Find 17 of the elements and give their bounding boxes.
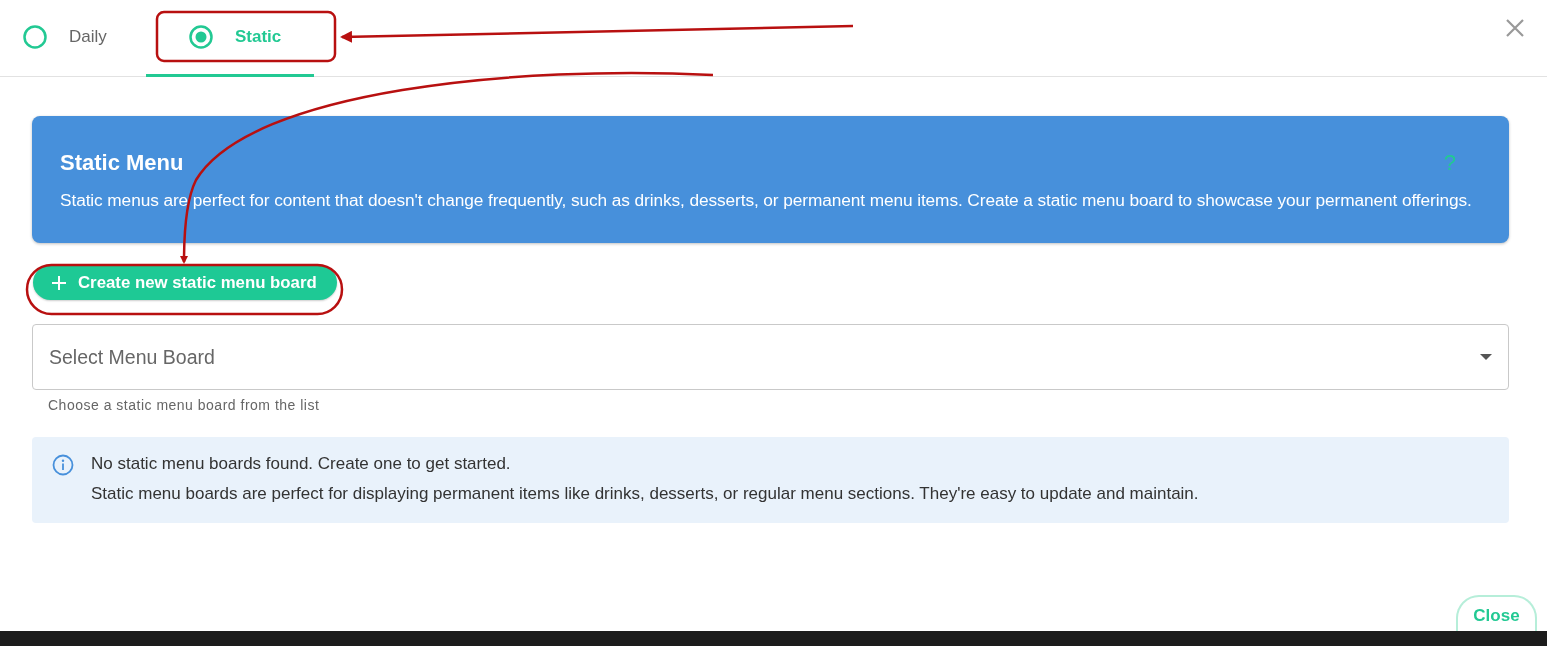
banner-title: Static Menu [60,150,184,176]
close-button[interactable]: Close [1456,595,1537,631]
info-icon [52,454,74,476]
help-button[interactable]: ? [1443,150,1456,176]
field-hint: Choose a static menu board from the list [48,397,321,413]
select-field[interactable]: Select Menu Board [32,324,1509,390]
tab[interactable]: Static [146,0,314,77]
radio-icon [22,24,48,50]
radio-icon [188,24,214,50]
dropdown-caret-icon [1480,354,1492,360]
tab[interactable]: Daily [0,0,146,77]
banner-description: Static menus are perfect for content that doesn't change frequently, such as drinks, desserts, or permanent menu items. Create a static menu board to showcase your permanent offerings. [60,190,1473,211]
close-icon[interactable] [1505,18,1525,38]
plus-icon [52,275,66,290]
create-button[interactable]: Create new static menu board [33,265,337,300]
info-text: Static menu boards are perfect for displaying permanent items like drinks, desserts, or regular menu sections. They're easy to update and maintain. [91,484,1199,504]
info-text: No static menu boards found. Create one to get started. [91,454,512,474]
